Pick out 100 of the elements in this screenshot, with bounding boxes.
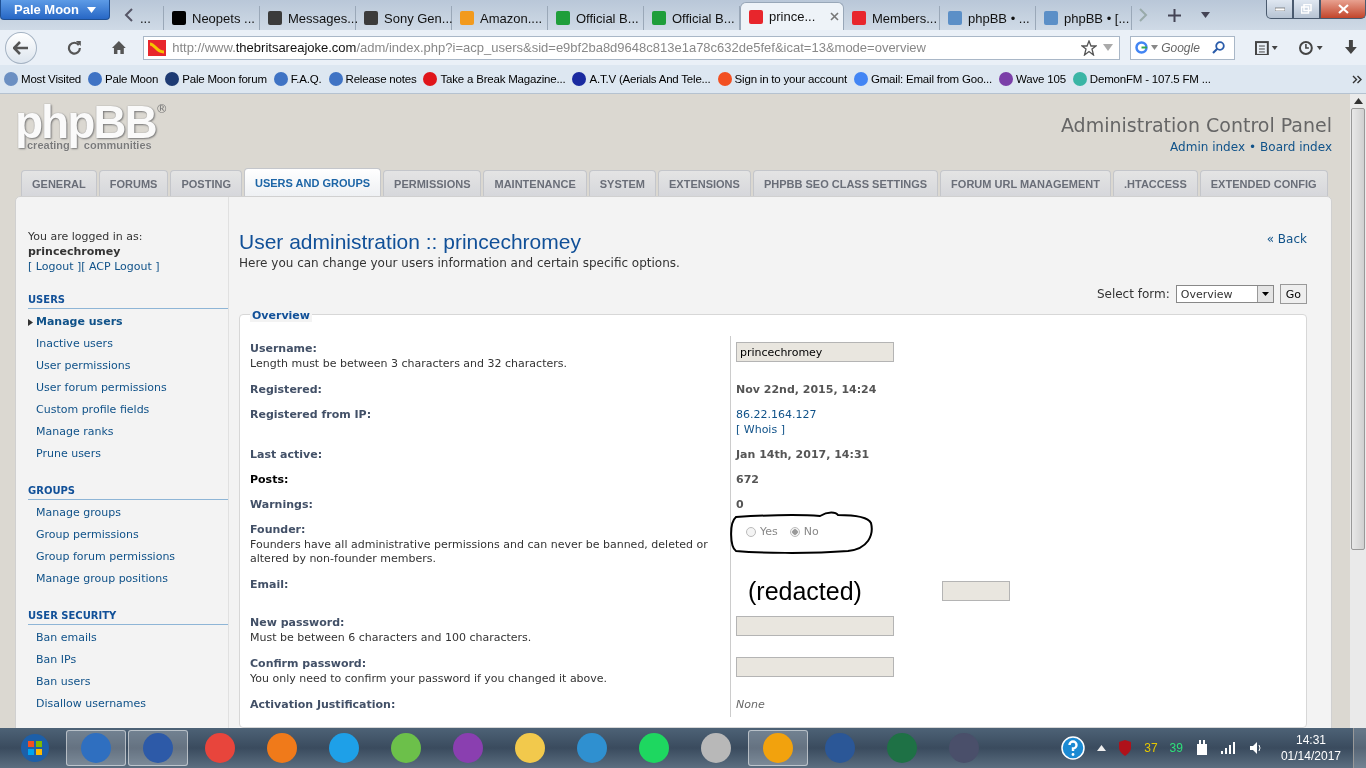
scroll-left-icon[interactable] — [124, 8, 134, 22]
bookmark-item[interactable]: Wave 105 — [999, 72, 1066, 86]
bookmark-item[interactable]: Take a Break Magazine... — [423, 72, 566, 86]
scroll-up-icon[interactable] — [1353, 98, 1363, 104]
signal-icon[interactable] — [1220, 742, 1237, 754]
form-select[interactable]: Overview — [1175, 285, 1274, 303]
menu-item[interactable]: Manage groups — [28, 502, 228, 524]
bookmark-item[interactable]: A.T.V (Aerials And Tele... — [572, 72, 711, 86]
search-input[interactable]: Google — [1161, 40, 1210, 55]
ip-link[interactable]: [ Whois ] — [736, 423, 817, 436]
restore-icon — [1301, 4, 1312, 14]
taskbar-app-icon[interactable] — [748, 730, 808, 766]
nav-tab[interactable]: USERS AND GROUPS — [243, 168, 382, 196]
go-button[interactable]: Go — [1279, 284, 1307, 304]
home-icon[interactable] — [111, 40, 128, 55]
nav-tab[interactable]: GENERAL — [21, 170, 97, 196]
radio-option[interactable]: No — [789, 525, 819, 538]
menu-item[interactable]: Manage group positions — [28, 568, 228, 590]
nav-tab[interactable]: FORUM URL MANAGEMENT — [940, 170, 1111, 196]
search-icon[interactable] — [1212, 41, 1226, 54]
bookmark-item[interactable]: F.A.Q. — [273, 72, 322, 86]
bookmark-item[interactable]: Release notes — [328, 72, 417, 86]
bookmark-item[interactable]: Pale Moon — [88, 72, 159, 86]
taskbar-app-icon[interactable] — [128, 730, 188, 766]
bookmark-star-icon[interactable] — [1081, 39, 1098, 56]
download-icon[interactable] — [1344, 40, 1358, 55]
menu-item[interactable]: Ban IPs — [28, 649, 228, 671]
power-icon[interactable] — [1194, 740, 1209, 756]
close-window-button[interactable] — [1320, 0, 1366, 19]
nav-tab[interactable]: SYSTEM — [588, 170, 656, 196]
tab-list-icon[interactable] — [1201, 12, 1210, 18]
header-link[interactable]: Board index — [1260, 140, 1332, 154]
new-tab-icon[interactable] — [1168, 8, 1181, 22]
nav-tab[interactable]: MAINTENANCE — [483, 170, 587, 196]
panel-title: Administration Control Panel — [1060, 114, 1332, 136]
more-bookmarks-icon[interactable] — [1352, 74, 1362, 84]
nav-tab[interactable]: .HTACCESS — [1113, 170, 1198, 196]
bookmark-item[interactable]: Pale Moon forum — [165, 72, 267, 86]
nav-tab[interactable]: EXTENSIONS — [658, 170, 751, 196]
menu-item[interactable]: User permissions — [28, 355, 228, 377]
text-field[interactable]: princechromey — [736, 342, 894, 362]
bookmark-item[interactable]: DemonFM - 107.5 FM ... — [1072, 72, 1211, 86]
menu-item[interactable]: Inactive users — [28, 333, 228, 355]
menu-item[interactable]: Disallow usernames — [28, 693, 228, 715]
tab-title: Messages... — [288, 10, 359, 26]
logout-link[interactable]: [ ACP Logout ] — [81, 259, 160, 274]
scrollbar[interactable] — [1350, 94, 1366, 728]
menu-item[interactable]: Prune users — [28, 443, 228, 465]
help-icon[interactable] — [1061, 736, 1086, 760]
menu-item[interactable]: User forum permissions — [28, 377, 228, 399]
text-field[interactable] — [736, 616, 894, 636]
menu-item[interactable]: Ban emails — [28, 627, 228, 649]
menu-item[interactable]: Manage ranks — [28, 421, 228, 443]
bookmark-item[interactable]: Most Visited — [4, 72, 82, 86]
field-label: Founder: — [250, 523, 307, 536]
radio-option[interactable]: Yes — [746, 525, 778, 538]
field-hint: Founders have all administrative permissions and can never be banned, deleted or altered by non-founder members. — [250, 538, 709, 566]
redaction-text: (redacted) — [748, 578, 862, 604]
address-field[interactable]: http://www.thebritsareajoke.com/adm/index.php?i=acp_users&sid=e9bf2ba8d9648c813e1a78c632de5fef&icat=13&mode=overview — [143, 35, 1121, 60]
dropdown-icon — [1261, 292, 1269, 296]
nav-tab[interactable]: FORUMS — [98, 170, 169, 196]
posts-link[interactable]: 672 — [736, 473, 759, 486]
ip-link[interactable]: 86.22.164.127 — [736, 408, 817, 421]
nav-tab[interactable]: POSTING — [170, 170, 242, 196]
clock[interactable]: 14:31 01/14/2017 — [1280, 732, 1341, 764]
search-field[interactable]: Google — [1130, 35, 1235, 60]
bookmark-item[interactable]: Sign in to your account — [717, 72, 847, 86]
text-field[interactable] — [736, 657, 894, 677]
menu-item[interactable]: Group forum permissions — [28, 546, 228, 568]
nav-tab[interactable]: EXTENDED CONFIG — [1199, 170, 1328, 196]
history-icon[interactable] — [1298, 40, 1325, 55]
browser-tab[interactable]: prince... — [740, 2, 844, 30]
header-link[interactable]: Admin index — [1170, 140, 1245, 154]
field-label: Registered: — [250, 383, 323, 396]
site-icon — [148, 39, 167, 56]
back-button[interactable] — [5, 31, 37, 64]
logout-link[interactable]: [ Logout ] — [28, 259, 82, 274]
bookmark-item[interactable]: Gmail: Email from Goo... — [854, 72, 993, 86]
select-form-label: Select form: — [1096, 287, 1170, 301]
menu-item[interactable]: Group permissions — [28, 524, 228, 546]
close-icon[interactable] — [830, 12, 839, 21]
reload-icon[interactable] — [66, 40, 82, 55]
menu-item[interactable]: Manage users — [28, 311, 228, 333]
nav-tab[interactable]: PHPBB SEO CLASS SETTINGS — [752, 170, 939, 196]
taskbar-app-icon[interactable] — [66, 730, 126, 766]
restore-button[interactable] — [1293, 0, 1320, 19]
volume-icon[interactable] — [1248, 741, 1263, 755]
menu-item[interactable]: Custom profile fields — [28, 399, 228, 421]
nav-tab[interactable]: PERMISSIONS — [383, 170, 482, 196]
back-link[interactable]: « Back — [1266, 232, 1307, 246]
minimize-button[interactable] — [1266, 0, 1293, 19]
clipboard-icon[interactable] — [1254, 40, 1279, 55]
field-label: Last active: — [250, 448, 324, 461]
menu-item[interactable]: Ban users — [28, 671, 228, 693]
back-arrow-icon — [12, 40, 29, 55]
menu-heading: USER SECURITY — [28, 598, 228, 625]
link-separator: • — [1249, 140, 1257, 154]
text-field[interactable] — [941, 581, 1010, 601]
app-menu-button[interactable]: Pale Moon — [0, 0, 110, 20]
show-hidden-icon[interactable] — [1097, 745, 1107, 751]
